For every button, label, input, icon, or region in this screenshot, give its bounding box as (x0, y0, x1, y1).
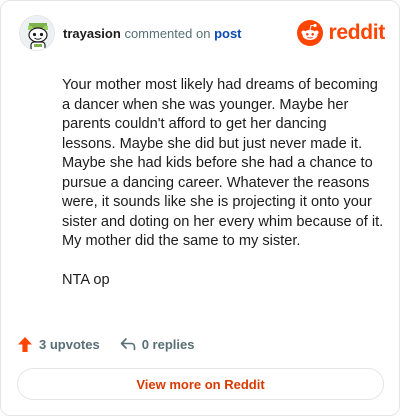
comment-paragraph: NTA op (62, 272, 110, 288)
view-more-button[interactable]: View more on Reddit (17, 368, 384, 400)
reddit-snoo-logo-icon (297, 20, 324, 46)
reply-count: 0 replies (141, 336, 195, 352)
comment-body: Your mother most likely had dreams of be… (62, 76, 384, 291)
reply-arrow-icon (120, 338, 135, 351)
comment-meta: trayasion commented on post (63, 26, 242, 42)
upvote-arrow-icon (18, 336, 32, 352)
comment-embed-card: trayasion commented on post reddit Your … (0, 0, 400, 416)
reddit-brand[interactable]: reddit (297, 19, 385, 47)
view-more-label: View more on Reddit (136, 376, 265, 392)
post-link[interactable]: post (214, 26, 241, 41)
username-link[interactable]: trayasion (63, 26, 121, 41)
snoo-avatar-icon (20, 16, 54, 50)
user-avatar[interactable] (19, 15, 55, 51)
upvote-button[interactable]: 3 upvotes (17, 336, 100, 353)
reddit-wordmark: reddit (328, 21, 385, 44)
replies-button[interactable]: 0 replies (120, 336, 195, 352)
comment-paragraph: Your mother most likely had dreams of be… (62, 77, 384, 249)
upvote-count: 3 upvotes (39, 336, 100, 352)
comment-actions: 3 upvotes 0 replies (17, 334, 194, 354)
comment-header: trayasion commented on post reddit (17, 15, 385, 55)
action-text: commented on (124, 26, 211, 41)
